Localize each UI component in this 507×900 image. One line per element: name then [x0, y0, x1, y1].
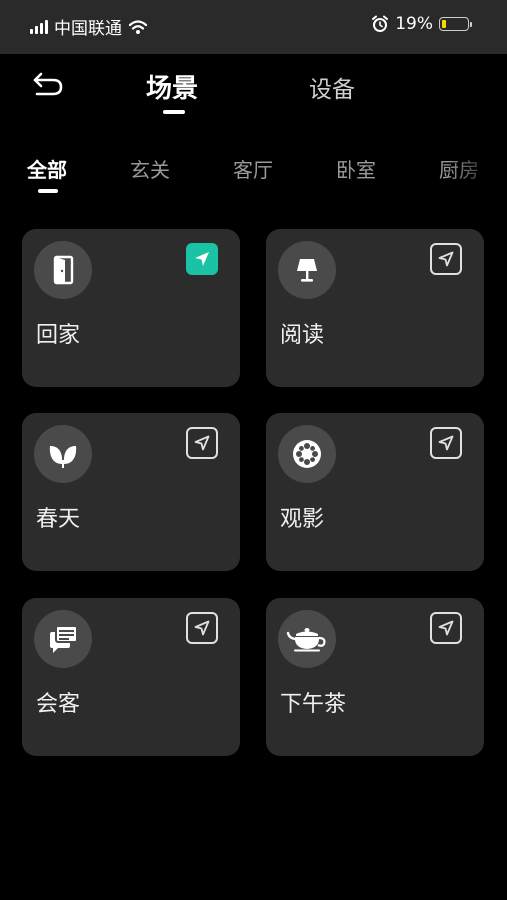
scene-card-reading[interactable]: 阅读 [266, 229, 484, 387]
scene-icon-wrapper [278, 610, 336, 668]
scene-icon-wrapper [34, 241, 92, 299]
back-button[interactable] [28, 68, 68, 100]
send-icon [438, 251, 454, 267]
tab-scenes-indicator [163, 110, 185, 114]
battery-percent: 19% [395, 14, 433, 34]
carrier-name: 中国联通 [54, 19, 122, 39]
carrier-info: 中国联通 [30, 14, 148, 39]
battery-icon [439, 17, 472, 31]
scene-trigger-button[interactable] [430, 243, 462, 275]
scene-label: 春天 [36, 507, 81, 532]
room-tab-all[interactable]: 全部 [27, 154, 67, 183]
tab-scenes[interactable]: 场景 [146, 68, 198, 105]
scene-label: 会客 [36, 692, 81, 717]
scene-card-guests[interactable]: 会客 [22, 598, 240, 756]
send-icon [194, 620, 210, 636]
scene-icon-wrapper [278, 425, 336, 483]
signal-icon [30, 19, 48, 34]
scene-label: 回家 [36, 323, 81, 348]
tab-fade-edge [447, 140, 507, 190]
status-bar: 中国联通 19% [0, 0, 507, 54]
send-icon [194, 435, 210, 451]
scene-card-movie[interactable]: 观影 [266, 413, 484, 571]
back-arrow-icon [33, 72, 63, 96]
scene-label: 下午茶 [280, 692, 347, 717]
room-tab-indicator [38, 189, 58, 193]
room-tab-bedroom[interactable]: 卧室 [336, 154, 376, 183]
teapot-icon [286, 628, 326, 652]
lamp-icon [297, 259, 317, 282]
scene-trigger-button[interactable] [186, 243, 218, 275]
battery-fill [442, 20, 446, 28]
send-icon [438, 435, 454, 451]
send-icon [438, 620, 454, 636]
scene-label: 阅读 [280, 323, 325, 348]
scene-trigger-button[interactable] [186, 612, 218, 644]
scene-icon-wrapper [34, 425, 92, 483]
door-icon [53, 255, 74, 285]
scene-card-home[interactable]: 回家 [22, 229, 240, 387]
scene-trigger-button[interactable] [186, 427, 218, 459]
scene-icon-wrapper [34, 610, 92, 668]
film-reel-icon [293, 440, 321, 468]
status-right: 19% [371, 14, 472, 34]
tab-devices[interactable]: 设备 [309, 70, 355, 104]
scene-icon-wrapper [278, 241, 336, 299]
scene-card-spring[interactable]: 春天 [22, 413, 240, 571]
scene-trigger-button[interactable] [430, 612, 462, 644]
scene-trigger-button[interactable] [430, 427, 462, 459]
alarm-icon [372, 15, 389, 32]
send-icon [195, 252, 209, 266]
scene-card-afternoon-tea[interactable]: 下午茶 [266, 598, 484, 756]
scene-label: 观影 [280, 507, 325, 532]
room-tab-living-room[interactable]: 客厅 [233, 154, 273, 183]
chat-icon [50, 625, 78, 653]
sprout-icon [49, 446, 77, 468]
wifi-icon [128, 19, 148, 34]
room-tab-entrance[interactable]: 玄关 [130, 154, 170, 183]
